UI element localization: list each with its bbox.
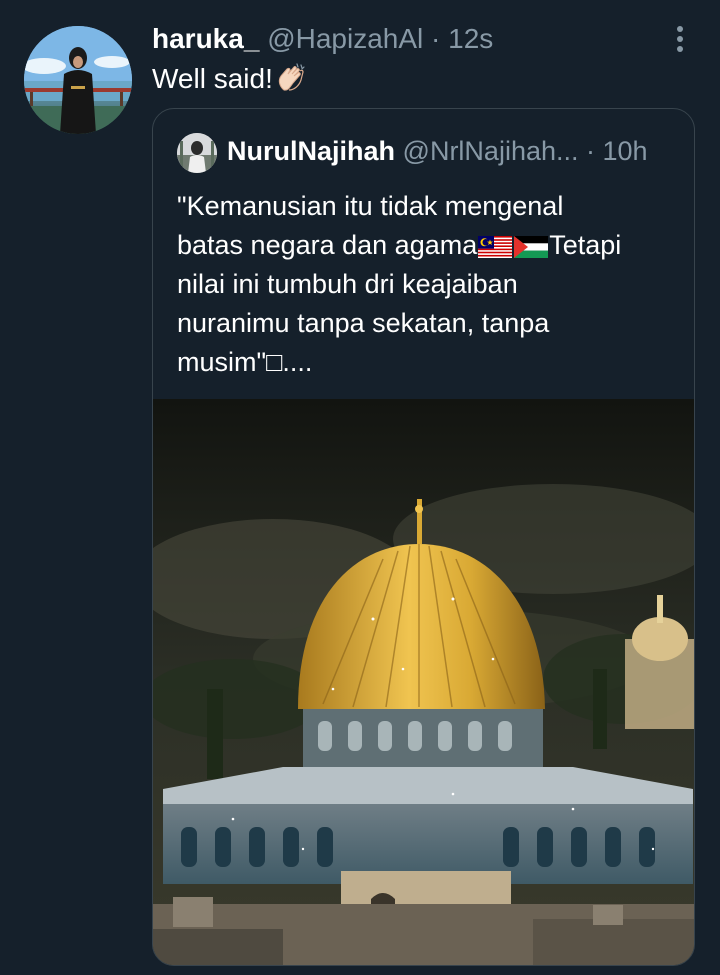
author-avatar[interactable]: [24, 26, 132, 134]
malaysia-flag-icon: [478, 236, 513, 258]
quoted-text-line: nilai ini tumbuh dri keajaiban: [177, 269, 518, 299]
palestine-flag-icon: [514, 236, 549, 258]
quoted-separator-dot: ·: [578, 136, 603, 166]
author-handle[interactable]: @HapizahAl: [267, 23, 423, 54]
tweet-timestamp[interactable]: 12s: [448, 23, 493, 54]
tweet-header: haruka_ @HapizahAl · 12s: [152, 24, 493, 54]
tweet-text-content: Well said!: [152, 63, 273, 94]
quoted-tweet-card[interactable]: NurulNajihah @NrlNajihah... · 10h "Keman…: [152, 108, 695, 966]
tweet-text: Well said!: [152, 62, 307, 95]
quoted-text-line: musim"□....: [177, 347, 313, 377]
quoted-text-line: batas negara dan agama Tetapi: [177, 226, 677, 265]
separator-dot: ·: [423, 23, 449, 54]
quoted-author-handle[interactable]: @NrlNajihah...: [403, 136, 579, 166]
quoted-text-segment: batas negara dan agama: [177, 230, 478, 260]
quoted-text-line: nuranimu tanpa sekatan, tanpa: [177, 308, 550, 338]
quoted-text-segment: Tetapi: [549, 230, 622, 260]
author-name[interactable]: haruka_: [152, 23, 259, 54]
quoted-tweet-image[interactable]: [153, 399, 694, 965]
quoted-tweet-header: NurulNajihah @NrlNajihah... · 10h: [227, 135, 648, 167]
quoted-author-name[interactable]: NurulNajihah: [227, 136, 395, 166]
clapping-hands-icon: [278, 63, 305, 91]
quoted-tweet-timestamp[interactable]: 10h: [603, 136, 648, 166]
quoted-author-avatar[interactable]: [177, 133, 217, 173]
more-options-icon[interactable]: [671, 26, 689, 56]
quoted-tweet-text: "Kemanusian itu tidak mengenal batas neg…: [177, 187, 677, 382]
quoted-text-line: "Kemanusian itu tidak mengenal: [177, 191, 564, 221]
